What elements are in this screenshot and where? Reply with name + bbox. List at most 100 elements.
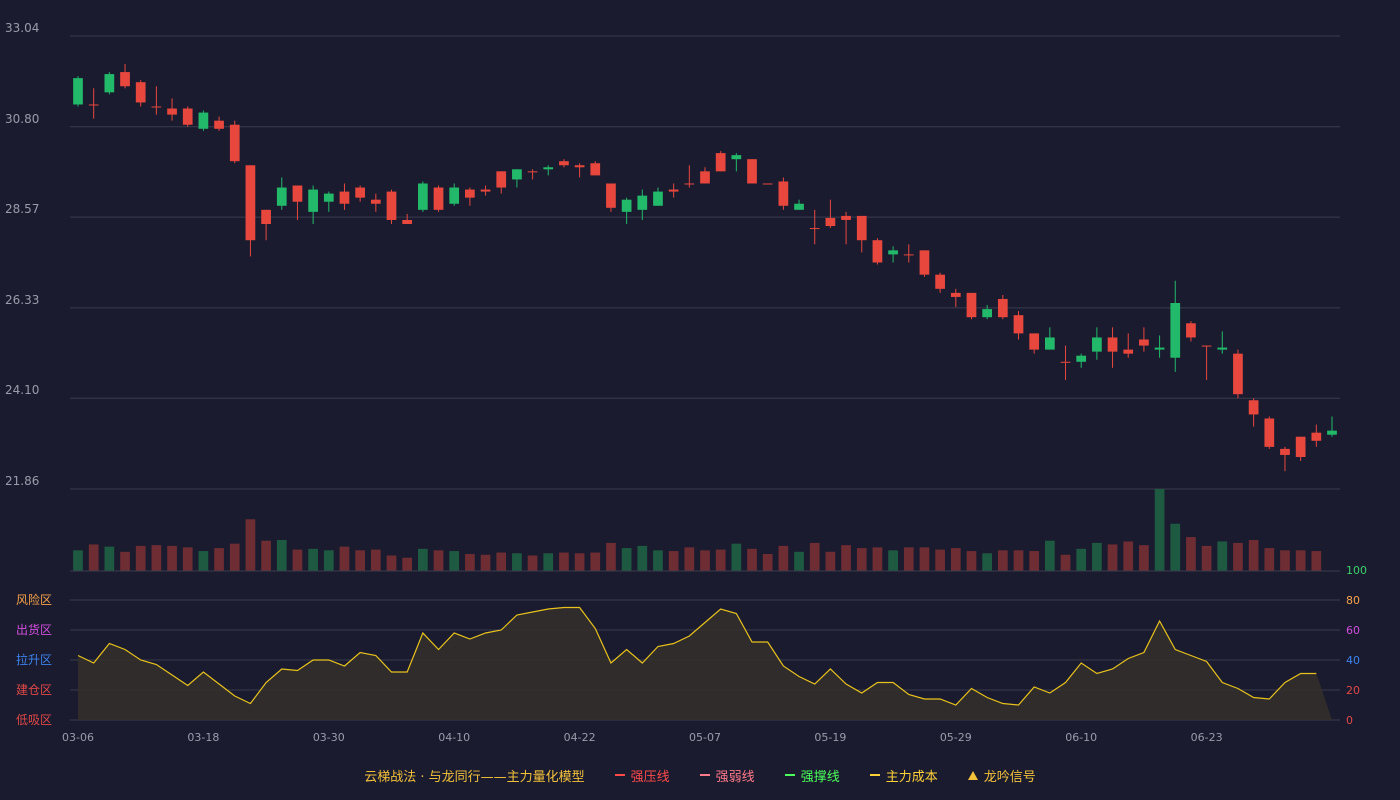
volume-bar — [339, 546, 350, 571]
candle-body — [982, 309, 993, 318]
volume-bar — [308, 548, 318, 571]
volume-bar — [1233, 542, 1243, 571]
candle-body — [151, 106, 162, 108]
candle-body — [621, 199, 632, 212]
candle-body — [825, 217, 836, 227]
candle-body — [339, 191, 350, 204]
legend-line-marker — [869, 774, 880, 776]
candle-body — [73, 78, 83, 105]
volume-bar — [1044, 540, 1055, 571]
volume-bar — [574, 553, 585, 571]
candle-body — [1154, 347, 1165, 350]
x-tick-label: 05-29 — [940, 731, 972, 744]
volume-bar — [1092, 542, 1102, 571]
volume-bar — [935, 549, 945, 571]
candle-body — [480, 189, 491, 192]
candle-body — [229, 124, 240, 162]
volume-bar — [543, 553, 554, 571]
price-tick-label: 33.04 — [5, 21, 39, 35]
candle-body — [1233, 353, 1243, 395]
volume-bar — [480, 554, 491, 571]
candle-body — [167, 108, 177, 115]
candle-body — [370, 199, 381, 204]
indicator-area — [78, 607, 1332, 720]
volume-bar — [966, 551, 977, 571]
candle-body — [1076, 355, 1087, 362]
volume-bar — [794, 551, 804, 571]
volume-bar — [1154, 489, 1165, 571]
volume-bar — [1170, 523, 1181, 571]
candle-body — [1139, 339, 1149, 346]
candle-body — [182, 108, 193, 125]
indicator-tick-label: 0 — [1346, 714, 1353, 727]
volume-bar — [1013, 550, 1024, 571]
candle-body — [715, 153, 726, 172]
volume-bar — [1029, 551, 1040, 571]
x-tick-label: 05-19 — [814, 731, 846, 744]
indicator-tick-label: 100 — [1346, 564, 1367, 577]
volume-bar — [433, 550, 444, 571]
candle-body — [1170, 303, 1181, 358]
indicator-zone-label: 低吸区 — [16, 713, 52, 727]
candle-body — [606, 183, 616, 208]
volume-bar — [512, 553, 522, 571]
volume-bar — [449, 551, 460, 571]
legend-label: 强压线 — [630, 769, 670, 785]
volume-bar — [668, 551, 679, 571]
volume-bar — [151, 545, 162, 571]
price-tick-label: 21.86 — [5, 474, 39, 488]
volume-bar — [1217, 541, 1228, 571]
volume-bar — [1280, 550, 1290, 571]
volume-bar — [825, 551, 836, 571]
candle-body — [668, 189, 679, 192]
volume-bar — [841, 545, 851, 571]
indicator-zone-label: 出货区 — [16, 622, 52, 637]
volume-bar — [386, 555, 397, 571]
candle-body — [292, 185, 303, 202]
candle-body — [841, 215, 851, 220]
volume-bar — [417, 548, 428, 571]
legend-item: 强弱线 — [699, 766, 755, 785]
volume-bar — [747, 548, 757, 571]
volume-bar — [778, 545, 789, 571]
candle-body — [355, 187, 366, 198]
candle-body — [433, 187, 444, 210]
volume-bar — [637, 545, 648, 571]
volume-bar — [292, 549, 303, 571]
volume-bar — [684, 547, 695, 571]
volume-bar — [731, 543, 742, 571]
candle-body — [997, 298, 1008, 318]
x-tick-label: 03-06 — [62, 731, 94, 744]
x-tick-label: 04-10 — [438, 731, 470, 744]
volume-bar — [1295, 550, 1306, 571]
legend-line-marker — [614, 774, 625, 776]
volume-bar — [245, 519, 256, 571]
candle-body — [308, 189, 318, 212]
volume-bar — [182, 547, 193, 571]
candle-body — [778, 181, 789, 206]
volume-bar — [214, 548, 224, 571]
volume-bar — [1123, 541, 1134, 571]
candle-body — [465, 189, 475, 198]
x-tick-label: 03-18 — [187, 731, 219, 744]
candle-body — [574, 165, 585, 168]
volume-bar — [1139, 545, 1149, 571]
volume-bar — [872, 547, 883, 571]
candle-body — [512, 169, 522, 180]
volume-bar — [559, 552, 569, 571]
price-tick-label: 26.33 — [5, 293, 39, 307]
candle-body — [386, 191, 397, 220]
volume-bar — [1076, 548, 1087, 571]
volume-bar — [465, 554, 475, 571]
legend-label: 强撑线 — [800, 769, 840, 785]
indicator-tick-label: 20 — [1346, 684, 1360, 697]
legend-item: 主力成本 — [869, 766, 938, 785]
candle-body — [1044, 337, 1055, 350]
volume-bar — [135, 545, 146, 571]
volume-bar — [229, 543, 240, 571]
volume-bar — [653, 550, 663, 571]
candle-body — [1217, 347, 1228, 350]
candle-body — [762, 183, 773, 185]
candle-body — [637, 195, 648, 210]
x-tick-label: 04-22 — [564, 731, 596, 744]
